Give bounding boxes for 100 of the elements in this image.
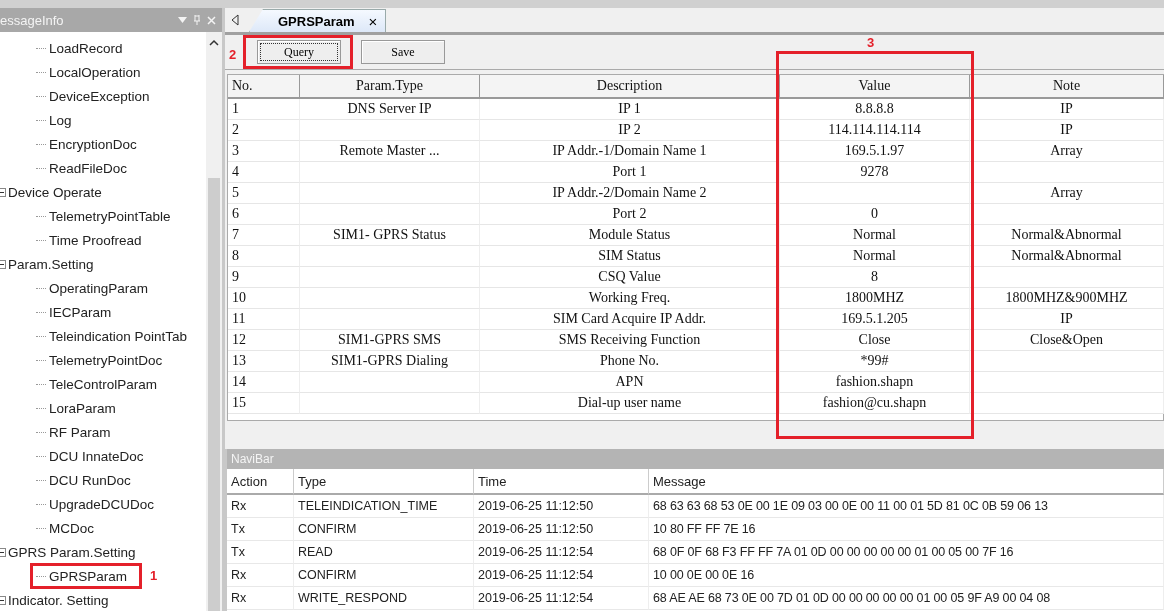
annotation-number: 2 [229,47,237,62]
tree-item[interactable]: GPRS Param.Setting [8,544,136,560]
table-cell: SIM1-GPRS Dialing [300,351,480,372]
tree-item[interactable]: TeleControlParam [49,376,158,392]
table-cell: SIM1- GPRS Status [300,225,480,246]
table-cell: 1 [228,99,300,120]
column-header[interactable]: Action [227,469,294,495]
table-cell: 4 [228,162,300,183]
scroll-up-icon[interactable] [208,38,220,48]
table-cell: 2019-06-25 11:12:50 [474,495,649,518]
tree-item[interactable]: Teleindication PointTab [49,328,188,344]
column-header[interactable]: Message [649,469,1164,495]
expander-icon[interactable] [0,595,6,605]
table-cell: Rx [227,564,294,587]
tree-item[interactable]: LocalOperation [49,64,141,80]
tab[interactable]: GPRSParam × [249,9,387,32]
panel-title: NaviBar [231,452,274,466]
tree-item[interactable]: EncryptionDoc [49,136,137,152]
table-cell: 15 [228,393,300,414]
table-cell: Working Freq. [480,288,780,309]
tree-item[interactable]: Indicator. Setting [8,592,109,608]
tree-item[interactable]: LoraParam [49,400,116,416]
tree-item[interactable]: Device Operate [8,184,102,200]
tree-item[interactable]: OperatingParam [49,280,149,296]
column-header[interactable]: No. [228,75,300,99]
table-cell: 10 00 0E 00 0E 16 [649,564,1164,587]
table-cell: 8 [780,267,970,288]
column-header[interactable]: Time [474,469,649,495]
toolbar-button[interactable]: Query [257,40,341,64]
table-cell: 68 63 63 68 53 0E 00 1E 09 03 00 0E 00 11 00 01 5D 81 0C 0B 59 06 13 [649,495,1164,518]
table-cell: 2019-06-25 11:12:50 [474,518,649,541]
table-cell: Normal&Abnormal [970,246,1164,267]
tree-item[interactable]: DeviceException [49,88,150,104]
tree-item[interactable]: DCU RunDoc [49,472,131,488]
tree-item[interactable]: Param.Setting [8,256,94,272]
table-cell: 169.5.1.205 [780,309,970,330]
column-header[interactable]: Param.Type [300,75,480,99]
tree-item[interactable]: DCU InnateDoc [49,448,144,464]
tree-item[interactable]: RF Param [49,424,111,440]
table-cell: Normal [780,246,970,267]
table-cell: 14 [228,372,300,393]
tree-item[interactable]: Time Proofread [49,232,142,248]
table-cell: Close&Open [970,330,1164,351]
column-header[interactable]: Description [480,75,780,99]
table-cell: READ [294,541,474,564]
table-cell: Normal&Abnormal [970,225,1164,246]
table-cell: Module Status [480,225,780,246]
table-cell: Array [970,183,1164,204]
table-cell: *99# [780,351,970,372]
table-cell: 6 [228,204,300,225]
table-cell: 3 [228,141,300,162]
column-header[interactable]: Type [294,469,474,495]
table-cell: Close [780,330,970,351]
tree-item[interactable]: Log [49,112,72,128]
close-icon[interactable]: × [368,12,378,30]
expander-icon[interactable] [0,187,6,197]
left-arrow-icon[interactable] [231,14,239,26]
table-cell: 1800MHZ [780,288,970,309]
table-cell: fashion.shapn [780,372,970,393]
table-cell: CSQ Value [480,267,780,288]
table-cell: Rx [227,495,294,518]
scroll-thumb[interactable] [208,178,220,611]
table-cell: Array [970,141,1164,162]
expander-icon[interactable] [0,259,6,269]
table-cell: CONFIRM [294,518,474,541]
table-cell: 9278 [780,162,970,183]
tree-item[interactable]: TelemetryPointTable [49,208,171,224]
table-cell: 2019-06-25 11:12:54 [474,587,649,610]
tree-item[interactable]: MCDoc [49,520,94,536]
table-cell: 2019-06-25 11:12:54 [474,541,649,564]
tree-item[interactable]: UpgradeDCUDoc [49,496,155,512]
table-cell: 68 AE AE 68 73 0E 00 7D 01 0D 00 00 00 00 00 01 00 05 9F A9 00 04 08 [649,587,1164,610]
annotation-number: 1 [150,568,158,583]
tree-item[interactable]: TelemetryPointDoc [49,352,163,368]
expander-icon[interactable] [0,547,6,557]
tree-item[interactable]: IECParam [49,304,112,320]
column-header[interactable]: Note [970,75,1164,99]
table-cell: 13 [228,351,300,372]
table-cell: 8.8.8.8 [780,99,970,120]
column-header[interactable]: Value [780,75,970,99]
toolbar-button[interactable]: Save [361,40,445,64]
table-cell: SIM Status [480,246,780,267]
tree-item[interactable]: ReadFileDoc [49,160,128,176]
table-cell: 0 [780,204,970,225]
annotation-number: 3 [867,35,875,50]
table-cell: WRITE_RESPOND [294,587,474,610]
panel-title: essageInfo [0,12,64,28]
table-cell: 1800MHZ&900MHZ [970,288,1164,309]
table-cell: Remote Master ... [300,141,480,162]
table-cell: IP 2 [480,120,780,141]
table-cell: 9 [228,267,300,288]
tree-item[interactable]: GPRSParam [49,568,128,584]
tree-item[interactable]: LoadRecord [49,40,123,56]
table-cell: 10 [228,288,300,309]
scrollbar[interactable] [206,32,222,611]
table-cell: 7 [228,225,300,246]
table-cell: Tx [227,541,294,564]
table-cell: IP 1 [480,99,780,120]
table-cell: 2 [228,120,300,141]
table-cell: TELEINDICATION_TIME [294,495,474,518]
